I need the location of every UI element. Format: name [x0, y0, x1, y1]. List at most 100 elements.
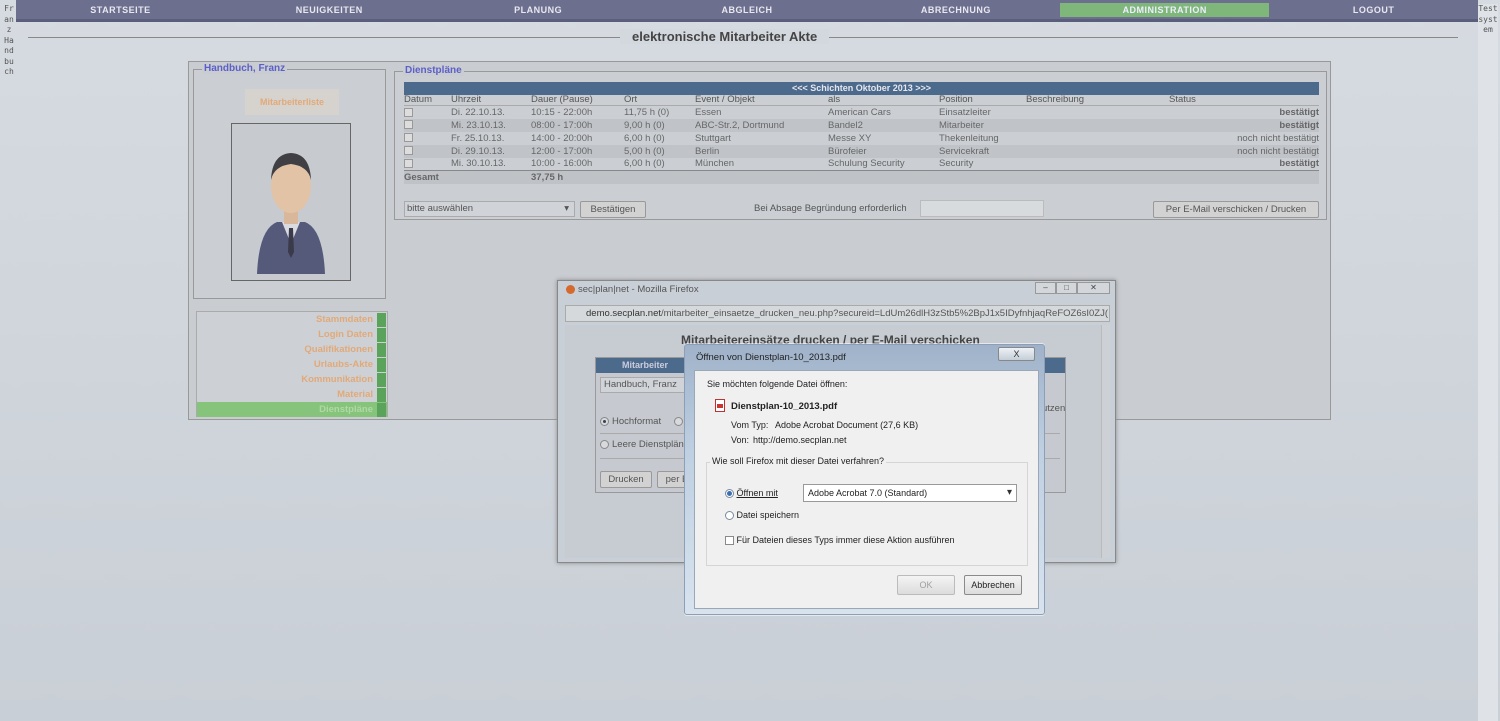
- row-checkbox[interactable]: [404, 159, 413, 169]
- radio-icon: [600, 416, 609, 426]
- user-name-vertical: Franz Handbuch: [4, 4, 14, 76]
- always-do-option[interactable]: Für Dateien dieses Typs immer diese Akti…: [725, 535, 954, 546]
- row-checkbox[interactable]: [404, 120, 413, 130]
- status-badge: noch nicht bestätigt: [1237, 132, 1319, 144]
- employee-select[interactable]: Handbuch, Franz: [600, 377, 692, 393]
- nav-logout[interactable]: LOGOUT: [1269, 3, 1478, 17]
- dialog-body: Sie möchten folgende Datei öffnen: Diens…: [694, 370, 1039, 609]
- menu-marker: [377, 312, 386, 327]
- col-ort: Ort: [624, 95, 695, 106]
- employee-name: Handbuch, Franz: [202, 63, 288, 74]
- minimize-icon[interactable]: –: [1035, 282, 1056, 294]
- action-group: Wie soll Firefox mit dieser Datei verfah…: [706, 456, 1028, 566]
- portrait-option[interactable]: Hochformat: [600, 416, 661, 427]
- nav-abgleich[interactable]: ABGLEICH: [643, 3, 852, 17]
- table-header-row: Datum Uhrzeit Dauer (Pause) Ort Event / …: [404, 95, 1319, 106]
- col-beschreibung: Beschreibung: [1026, 95, 1169, 106]
- employee-fieldset: Handbuch, Franz Mitarbeiterliste: [193, 63, 386, 299]
- cancel-button[interactable]: Abbrechen: [964, 575, 1022, 595]
- radio-icon: [600, 439, 609, 449]
- nav-startseite[interactable]: STARTSEITE: [16, 3, 225, 17]
- file-source-value: http://demo.secplan.net: [753, 435, 847, 445]
- status-badge: bestätigt: [1279, 106, 1319, 118]
- menu-item-urlaubs-akte[interactable]: Urlaubs-Akte: [197, 357, 387, 372]
- menu-marker: [377, 402, 386, 417]
- dialog-prompt: Sie möchten folgende Datei öffnen:: [707, 379, 848, 389]
- ok-button[interactable]: OK: [897, 575, 955, 595]
- confirm-button[interactable]: Bestätigen: [580, 201, 646, 218]
- row-checkbox[interactable]: [404, 146, 413, 156]
- empty-plans-option[interactable]: Leere Dienstpläne: [600, 439, 689, 450]
- employee-photo: [231, 123, 351, 281]
- print-button[interactable]: Drucken: [600, 471, 652, 488]
- menu-item-kommunikation[interactable]: Kommunikation: [197, 372, 387, 387]
- checkbox-icon: [725, 536, 734, 546]
- file-type-label: Vom Typ:: [731, 420, 769, 430]
- status-badge: bestätigt: [1169, 118, 1319, 132]
- table-row: Mi. 23.10.13. 08:00 - 17:00h 9,00 h (0) …: [404, 118, 1319, 132]
- employee-record-menu: Stammdaten Login Daten Qualifikationen U…: [196, 311, 388, 417]
- menu-item-material[interactable]: Material: [197, 387, 387, 402]
- row-checkbox[interactable]: [404, 133, 413, 143]
- pdf-file-icon: [715, 399, 725, 412]
- close-icon[interactable]: ✕: [1077, 282, 1110, 294]
- top-navigation: STARTSEITE NEUIGKEITEN PLANUNG ABGLEICH …: [16, 0, 1478, 22]
- shift-table: Datum Uhrzeit Dauer (Pause) Ort Event / …: [404, 95, 1319, 184]
- table-row: Di. 22.10.13. 10:15 - 22:00h 11,75 h (0)…: [404, 106, 1319, 119]
- nav-planung[interactable]: PLANUNG: [434, 3, 643, 17]
- shift-plan-legend: Dienstpläne: [403, 65, 464, 76]
- table-row: Mi. 30.10.13. 10:00 - 16:00h 6,00 h (0) …: [404, 158, 1319, 171]
- menu-item-login-daten[interactable]: Login Daten: [197, 327, 387, 342]
- cancel-reason-label: Bei Absage Begründung erforderlich: [754, 203, 907, 214]
- save-file-option[interactable]: Datei speichern: [725, 510, 799, 521]
- radio-icon: [725, 489, 734, 499]
- col-position: Position: [939, 95, 1026, 106]
- menu-item-stammdaten[interactable]: Stammdaten: [197, 312, 387, 327]
- menu-item-dienstplaene[interactable]: Dienstpläne: [197, 402, 387, 417]
- menu-marker: [377, 342, 386, 357]
- open-file-dialog: Öffnen von Dienstplan-10_2013.pdf X Sie …: [684, 344, 1045, 615]
- table-row: Fr. 25.10.13. 14:00 - 20:00h 6,00 h (0) …: [404, 132, 1319, 145]
- col-uhrzeit: Uhrzeit: [451, 95, 531, 106]
- employee-list-button[interactable]: Mitarbeiterliste: [245, 89, 339, 115]
- system-label-vertical: Testsystem: [1478, 4, 1498, 721]
- open-with-option[interactable]: Öffnen mit: [725, 488, 778, 499]
- col-status: Status: [1169, 95, 1319, 106]
- menu-marker: [377, 327, 386, 342]
- col-als: als: [828, 95, 939, 106]
- file-source-label: Von:: [731, 435, 750, 445]
- radio-icon: [725, 511, 734, 521]
- total-label: Gesamt: [404, 170, 531, 184]
- nav-neuigkeiten[interactable]: NEUIGKEITEN: [225, 3, 434, 17]
- status-badge: noch nicht bestätigt: [1169, 144, 1319, 158]
- employee-avatar-icon: [257, 153, 325, 274]
- radio-icon: [674, 416, 683, 426]
- row-checkbox[interactable]: [404, 107, 413, 117]
- col-datum: Datum: [404, 95, 451, 106]
- action-question: Wie soll Firefox mit dieser Datei verfah…: [710, 456, 887, 466]
- page-title: elektronische Mitarbeiter Akte: [620, 29, 830, 44]
- scrollbar[interactable]: [1101, 325, 1110, 558]
- file-type-value: Adobe Acrobat Document (27,6 KB): [775, 420, 919, 430]
- cancel-reason-input[interactable]: [920, 200, 1044, 217]
- nav-administration[interactable]: ADMINISTRATION: [1060, 2, 1270, 17]
- bulk-action-select[interactable]: bitte auswählen: [404, 201, 575, 217]
- application-select[interactable]: Adobe Acrobat 7.0 (Standard): [803, 484, 1017, 502]
- col-dauer: Dauer (Pause): [531, 95, 624, 106]
- menu-marker: [377, 357, 386, 372]
- dialog-close-button[interactable]: X: [998, 347, 1035, 361]
- table-row: Di. 29.10.13. 12:00 - 17:00h 5,00 h (0) …: [404, 144, 1319, 158]
- dialog-title: Öffnen von Dienstplan-10_2013.pdf: [696, 352, 846, 363]
- menu-marker: [377, 387, 386, 402]
- status-badge: bestätigt: [1279, 158, 1319, 170]
- email-print-button[interactable]: Per E-Mail verschicken / Drucken: [1153, 201, 1319, 218]
- firefox-icon: [566, 284, 575, 294]
- address-bar[interactable]: demo.secplan.net/mitarbeiter_einsaetze_d…: [565, 305, 1110, 322]
- maximize-icon[interactable]: □: [1056, 282, 1077, 294]
- truncated-label: utzen: [1042, 403, 1066, 414]
- menu-item-qualifikationen[interactable]: Qualifikationen: [197, 342, 387, 357]
- col-event: Event / Objekt: [695, 95, 828, 106]
- nav-abrechnung[interactable]: ABRECHNUNG: [851, 3, 1060, 17]
- menu-marker: [377, 372, 386, 387]
- total-row: Gesamt 37,75 h: [404, 170, 1319, 184]
